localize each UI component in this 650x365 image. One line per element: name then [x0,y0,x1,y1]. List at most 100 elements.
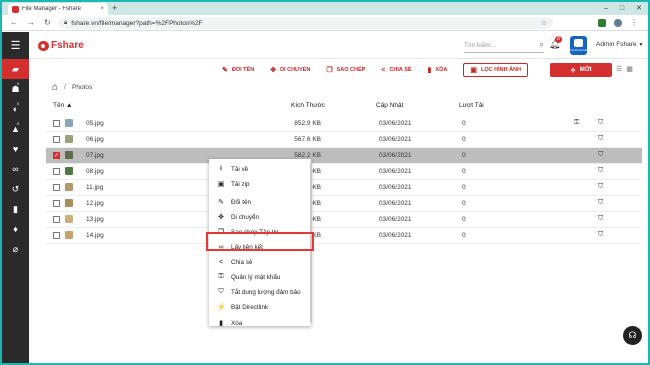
menu-item-move[interactable]: ✥ Di chuyển [209,211,309,223]
share-button[interactable]: < CHIA SẺ [381,67,411,74]
row-checkbox[interactable] [53,136,60,143]
copy-button[interactable]: ❐ SAO CHÉP [326,66,365,74]
menu-item-download[interactable]: ⭳ Tải về [209,163,309,175]
delete-button[interactable]: ▮ XÓA [428,66,448,74]
file-downloads: 0 [462,136,466,143]
menu-item-label: Đổi tên [231,198,251,206]
file-name[interactable]: 06.jpg [86,136,104,143]
menu-item-share[interactable]: < Chia sẻ [209,256,309,268]
extension-icon[interactable] [598,19,606,27]
forward-arrow-icon[interactable]: → [27,17,35,29]
browser-window: File Manager - Fshare × + – □ ✕ ← → ↻ 🔒︎… [0,0,650,365]
shield-icon[interactable]: ⛉ [598,167,603,175]
maximize-button[interactable]: □ [620,2,624,15]
menu-item-trash[interactable]: ▮ Xóa [209,317,309,329]
shield-icon[interactable]: ⛉ [598,135,603,143]
sidebar-item-trash[interactable]: ▮ [2,199,29,219]
table-row[interactable]: ✓ 07.jpg 582.2 KB 03/06/2021 0 ⛉ [46,148,642,164]
sidebar-item-heart[interactable]: ♥ [2,139,29,159]
file-name[interactable]: 14.jpg [86,232,104,239]
menu-item-label: Tải zip [231,180,250,188]
menu-item-shield[interactable]: ⛉ Tắt dung lượng đảm bảo [209,286,309,298]
rename-button[interactable]: ✎ ĐỔI TÊN [222,66,254,74]
breadcrumb-current[interactable]: Photos [72,84,92,91]
table-row[interactable]: 11.jpg KB 03/06/2021 0 ⛉ [46,180,642,196]
shield-icon[interactable]: ⛉ [598,183,603,191]
table-row[interactable]: 14.jpg KB 03/06/2021 0 ⛉ [46,228,642,244]
filter-images-button[interactable]: ▣ LỌC HÌNH ẢNH [463,63,528,77]
table-row[interactable]: 08.jpg KB 03/06/2021 0 ⛉ [46,164,642,180]
new-button[interactable]: + MỚI [550,63,612,77]
minimize-button[interactable]: – [604,2,608,15]
shield-icon[interactable]: ⛉ [598,231,603,239]
tab-close-icon[interactable]: × [100,6,104,12]
browser-tab[interactable]: File Manager - Fshare × [8,3,108,15]
column-updated[interactable]: Cập Nhật [376,102,403,109]
menu-item-label: Tải về [231,165,249,173]
headset-support-icon[interactable]: ☊ [623,326,642,345]
home-icon[interactable]: ⌂ [52,82,58,93]
sidebar-item-folder[interactable]: ▰ [2,59,29,79]
menu-item-pencil[interactable]: ✎ Đổi tên [209,196,309,208]
menu-item-zip[interactable]: ▣ Tải zip [209,178,309,190]
fshare-logo[interactable]: Fshare [38,40,84,51]
profile-icon[interactable] [614,19,622,27]
row-checkbox[interactable] [53,216,60,223]
back-arrow-icon[interactable]: ← [10,17,18,29]
shield-icon[interactable]: ⛉ [598,199,603,207]
file-name[interactable]: 08.jpg [86,168,104,175]
shield-icon[interactable]: ⛉ [598,151,603,159]
sidebar-item-share[interactable]: ◐ 0 [2,99,29,119]
sidebar-item-bell[interactable]: ♦ [2,219,29,239]
file-name[interactable]: 13.jpg [86,216,104,223]
notification-bell-icon[interactable]: 🔔︎ 8 [549,36,562,50]
table-row[interactable]: 05.jpg 852.9 KB 03/06/2021 0 ⚿ ⛉ [46,116,642,132]
vip-badge-icon [574,39,583,47]
search-input[interactable]: Tìm kiếm... ⌕ [464,38,544,53]
table-row[interactable]: 13.jpg KB 03/06/2021 0 ⛉ [46,212,642,228]
menu-item-bolt[interactable]: ⚡ Bật Directlink [209,301,309,313]
new-tab-button[interactable]: + [112,3,117,14]
table-row[interactable]: 12.jpg KB 03/06/2021 0 ⛉ [46,196,642,212]
url-field[interactable]: 🔒︎ fshare.vn/file/manager?path=%2FPhotos… [58,17,553,29]
shield-icon[interactable]: ⛉ [598,215,603,223]
browser-menu-icon[interactable]: ⋮ [630,17,638,29]
column-size[interactable]: Kích Thước [291,102,325,109]
row-checkbox[interactable] [53,200,60,207]
list-view-icon[interactable]: ☰ [616,65,622,73]
sidebar-item-warning[interactable]: ▲ 0 [2,119,29,139]
search-icon[interactable]: ⌕ [540,40,544,50]
column-downloads[interactable]: Lượt Tải [459,102,484,109]
move-button[interactable]: ✥ DI CHUYỂN [270,66,310,74]
reload-icon[interactable]: ↻ [44,17,51,29]
file-name[interactable]: 07.jpg [86,152,104,159]
sidebar-item-attachment[interactable]: ⌀ [2,239,29,259]
table-row[interactable]: 06.jpg 567.6 KB 03/06/2021 0 ⛉ [46,132,642,148]
row-checkbox[interactable] [53,232,60,239]
menu-item-key[interactable]: ⚿ Quản lý mật khẩu [209,271,309,283]
close-window-button[interactable]: ✕ [636,2,642,15]
sidebar-item-history[interactable]: ↺ [2,179,29,199]
file-name[interactable]: 12.jpg [86,200,104,207]
grid-view-icon[interactable]: ▦ [626,65,633,73]
row-checkbox[interactable] [53,168,60,175]
heart-icon: ♥ [12,144,19,154]
sidebar-item-users[interactable]: ☗ 0 [2,79,29,99]
avatar[interactable]: Vip Personal [570,36,587,55]
sidebar-item-link[interactable]: ∞ [2,159,29,179]
star-icon[interactable]: ☆ [541,19,547,27]
row-checkbox[interactable] [53,120,60,127]
chevron-down-icon: ▼ [638,42,644,48]
tab-title: File Manager - Fshare [22,6,82,12]
key-icon[interactable]: ⚿ [574,119,579,127]
row-checkbox[interactable]: ✓ [53,152,60,159]
hamburger-menu-icon[interactable]: ☰ [2,32,29,59]
shield-icon[interactable]: ⛉ [598,119,603,127]
file-name[interactable]: 05.jpg [86,120,104,127]
delete-label: XÓA [435,67,448,73]
file-downloads: 0 [462,216,466,223]
file-name[interactable]: 11.jpg [86,184,103,191]
column-name[interactable]: Tên ▲ [53,102,72,109]
user-menu[interactable]: Admin Fshare ▼ [596,41,643,48]
row-checkbox[interactable] [53,184,60,191]
